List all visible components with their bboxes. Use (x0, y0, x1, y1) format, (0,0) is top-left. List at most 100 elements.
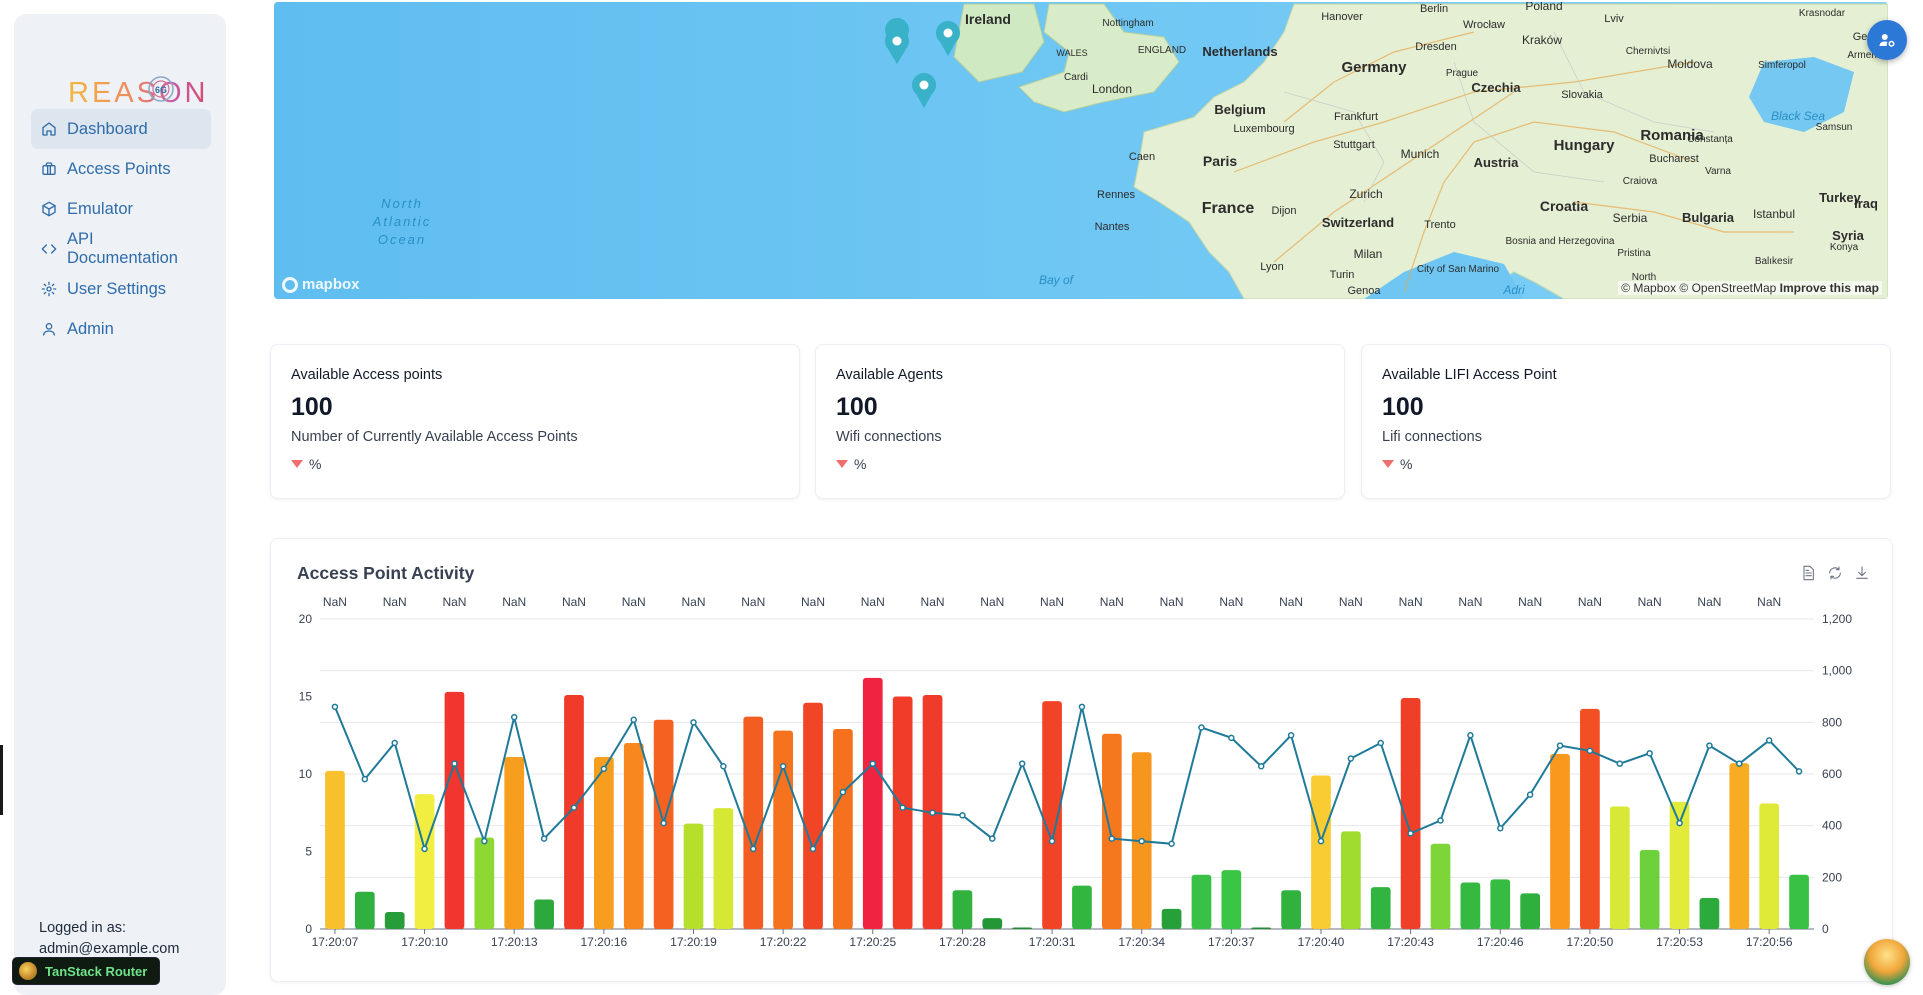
activity-bar[interactable] (1490, 879, 1511, 929)
activity-bar[interactable] (593, 756, 614, 929)
activity-point[interactable] (690, 719, 697, 726)
assistant-avatar[interactable] (1864, 939, 1910, 985)
activity-bar[interactable] (414, 794, 435, 929)
document-icon[interactable] (1800, 565, 1816, 581)
activity-bar[interactable] (1251, 927, 1272, 929)
activity-point[interactable] (1407, 830, 1414, 837)
access-point-map[interactable]: Ireland Nottingham ENGLAND WALES Cardi London… (274, 2, 1888, 299)
activity-bar[interactable] (1759, 803, 1780, 929)
activity-point[interactable] (1377, 739, 1384, 747)
sidebar-item-dashboard[interactable]: Dashboard (31, 109, 211, 149)
activity-bar[interactable] (1340, 831, 1361, 929)
activity-bar[interactable] (862, 677, 883, 929)
activity-bar[interactable] (325, 770, 345, 929)
activity-point[interactable] (630, 716, 637, 723)
activity-bar[interactable] (803, 702, 823, 929)
activity-bar[interactable] (1161, 908, 1182, 929)
activity-point[interactable] (929, 809, 936, 816)
activity-bar[interactable] (1042, 701, 1062, 929)
activity-bar[interactable] (713, 808, 734, 929)
activity-bar[interactable] (683, 823, 704, 929)
activity-point[interactable] (1287, 732, 1295, 739)
refresh-icon[interactable] (1827, 565, 1843, 581)
activity-bar[interactable] (833, 729, 853, 929)
activity-bar[interactable] (1699, 898, 1720, 929)
activity-point[interactable] (1317, 837, 1325, 845)
activity-bar[interactable] (1430, 843, 1451, 929)
activity-bar[interactable] (773, 730, 794, 929)
activity-bar[interactable] (1101, 733, 1122, 929)
activity-point[interactable] (540, 835, 548, 842)
activity-point[interactable] (779, 763, 787, 770)
activity-point[interactable] (421, 845, 428, 853)
activity-bar[interactable] (1072, 885, 1092, 929)
activity-bar[interactable] (1609, 806, 1630, 929)
activity-bar[interactable] (354, 891, 375, 929)
activity-point[interactable] (899, 804, 906, 811)
activity-bar[interactable] (1012, 927, 1033, 929)
activity-bar[interactable] (534, 899, 554, 929)
activity-point[interactable] (391, 739, 398, 747)
activity-bar[interactable] (474, 837, 495, 929)
tanstack-router-devtools-button[interactable]: TanStack Router (12, 957, 160, 985)
activity-bar[interactable] (892, 696, 913, 930)
activity-bar[interactable] (504, 756, 525, 929)
activity-point[interactable] (1347, 755, 1355, 762)
activity-point[interactable] (720, 763, 727, 770)
activity-bar[interactable] (1639, 849, 1660, 929)
user-settings-fab[interactable] (1867, 20, 1907, 60)
activity-point[interactable] (1048, 837, 1056, 845)
download-icon[interactable] (1854, 565, 1870, 581)
mapbox-logo[interactable]: mapbox (282, 276, 360, 293)
activity-point[interactable] (481, 837, 488, 845)
activity-point[interactable] (510, 713, 518, 721)
improve-map-link[interactable]: Improve this map (1780, 281, 1879, 295)
activity-point[interactable] (1198, 724, 1205, 731)
activity-bar[interactable] (743, 716, 764, 929)
activity-bar[interactable] (1550, 753, 1570, 929)
sidebar-item-api-documentation[interactable]: API Documentation (31, 229, 211, 269)
sidebar-item-access-points[interactable]: Access Points (31, 149, 211, 189)
activity-chart[interactable]: 0 200 400 600 800 1,000 1,200 0 5 10 15 20 NaN NaN NaN… (271, 539, 1894, 983)
sidebar-item-admin[interactable]: Admin (31, 309, 211, 349)
activity-point[interactable] (1108, 835, 1116, 842)
activity-point[interactable] (1765, 737, 1773, 744)
activity-point[interactable] (1676, 819, 1683, 827)
activity-bar[interactable] (952, 890, 973, 929)
activity-point[interactable] (1736, 760, 1743, 767)
activity-point[interactable] (1795, 768, 1803, 775)
attribution-text[interactable]: © Mapbox © OpenStreetMap (1621, 281, 1776, 295)
activity-point[interactable] (570, 804, 578, 811)
activity-bar[interactable] (444, 691, 465, 929)
activity-point[interactable] (839, 788, 847, 796)
activity-point[interactable] (451, 760, 458, 767)
activity-point[interactable] (1018, 760, 1026, 767)
activity-bar[interactable] (1370, 887, 1391, 929)
activity-point[interactable] (1646, 750, 1653, 757)
sidebar-item-emulator[interactable]: Emulator (31, 189, 211, 229)
activity-bar[interactable] (1520, 893, 1541, 929)
activity-point[interactable] (1586, 747, 1594, 754)
activity-bar[interactable] (564, 694, 584, 929)
activity-point[interactable] (331, 703, 339, 711)
activity-point[interactable] (1437, 817, 1444, 824)
activity-point[interactable] (869, 760, 877, 767)
activity-bar[interactable] (1281, 890, 1301, 929)
activity-bar[interactable] (1460, 882, 1481, 930)
activity-point[interactable] (1706, 742, 1713, 749)
activity-bar[interactable] (1729, 763, 1750, 929)
activity-point[interactable] (1497, 825, 1504, 832)
activity-point[interactable] (1138, 837, 1145, 845)
activity-point[interactable] (1467, 732, 1474, 739)
activity-bar[interactable] (623, 743, 644, 929)
activity-point[interactable] (989, 835, 996, 842)
activity-bar[interactable] (1191, 874, 1212, 929)
activity-point[interactable] (1168, 840, 1175, 847)
activity-point[interactable] (1616, 760, 1624, 767)
activity-bar[interactable] (1221, 870, 1242, 929)
activity-point[interactable] (1078, 703, 1086, 711)
activity-point[interactable] (1228, 734, 1235, 742)
activity-bar[interactable] (982, 918, 1003, 929)
sidebar-item-user-settings[interactable]: User Settings (31, 269, 211, 309)
activity-bar[interactable] (1789, 874, 1809, 929)
